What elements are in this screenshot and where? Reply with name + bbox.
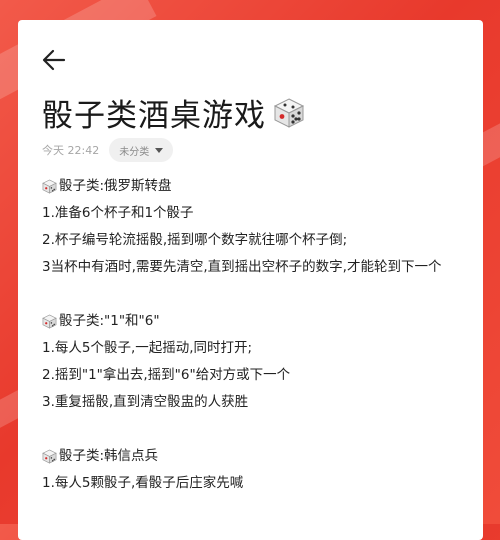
note-timestamp: 今天 22:42	[42, 144, 100, 157]
note-title[interactable]: 骰子类酒桌游戏	[42, 90, 266, 135]
dice-icon	[42, 314, 57, 329]
category-dropdown[interactable]: 未分类	[109, 138, 174, 162]
title-row: 骰子类酒桌游戏	[42, 90, 306, 135]
dice-icon	[42, 449, 57, 464]
dice-icon	[273, 97, 305, 128]
text-line: 2.摇到"1"拿出去,摇到"6"给对方或下一个	[42, 367, 291, 383]
section-heading: 骰子类:韩信点兵	[42, 443, 462, 470]
section-heading: 骰子类:俄罗斯转盘	[42, 173, 462, 200]
text-line: 3当杯中有酒时,需要先清空,直到摇出空杯子的数字,才能轮到下一个	[42, 259, 442, 275]
category-label: 未分类	[119, 146, 150, 158]
text-line: 2.杯子编号轮流摇骰,摇到哪个数字就往哪个杯子倒;	[42, 232, 348, 248]
dice-icon	[42, 179, 57, 194]
caret-down-icon	[155, 147, 164, 153]
section-heading: 骰子类:"1"和"6"	[42, 308, 462, 335]
note-body[interactable]: 骰子类:俄罗斯转盘 1.准备6个杯子和1个骰子 2.杯子编号轮流摇骰,摇到哪个数…	[42, 173, 462, 497]
text-line: 1.准备6个杯子和1个骰子	[42, 205, 194, 221]
back-arrow-icon[interactable]	[40, 46, 68, 74]
text-line: 1.每人5颗骰子,看骰子后庄家先喊	[42, 475, 244, 491]
note-meta: 今天 22:42 未分类	[42, 138, 174, 162]
note-card: 骰子类酒桌游戏 今天 22:42 未分类 骰子类:俄罗斯转盘 1.准备6个杯子和…	[18, 20, 483, 540]
text-line: 1.每人5个骰子,一起摇动,同时打开;	[42, 340, 253, 356]
text-line: 3.重复摇骰,直到清空骰盅的人获胜	[42, 394, 249, 410]
